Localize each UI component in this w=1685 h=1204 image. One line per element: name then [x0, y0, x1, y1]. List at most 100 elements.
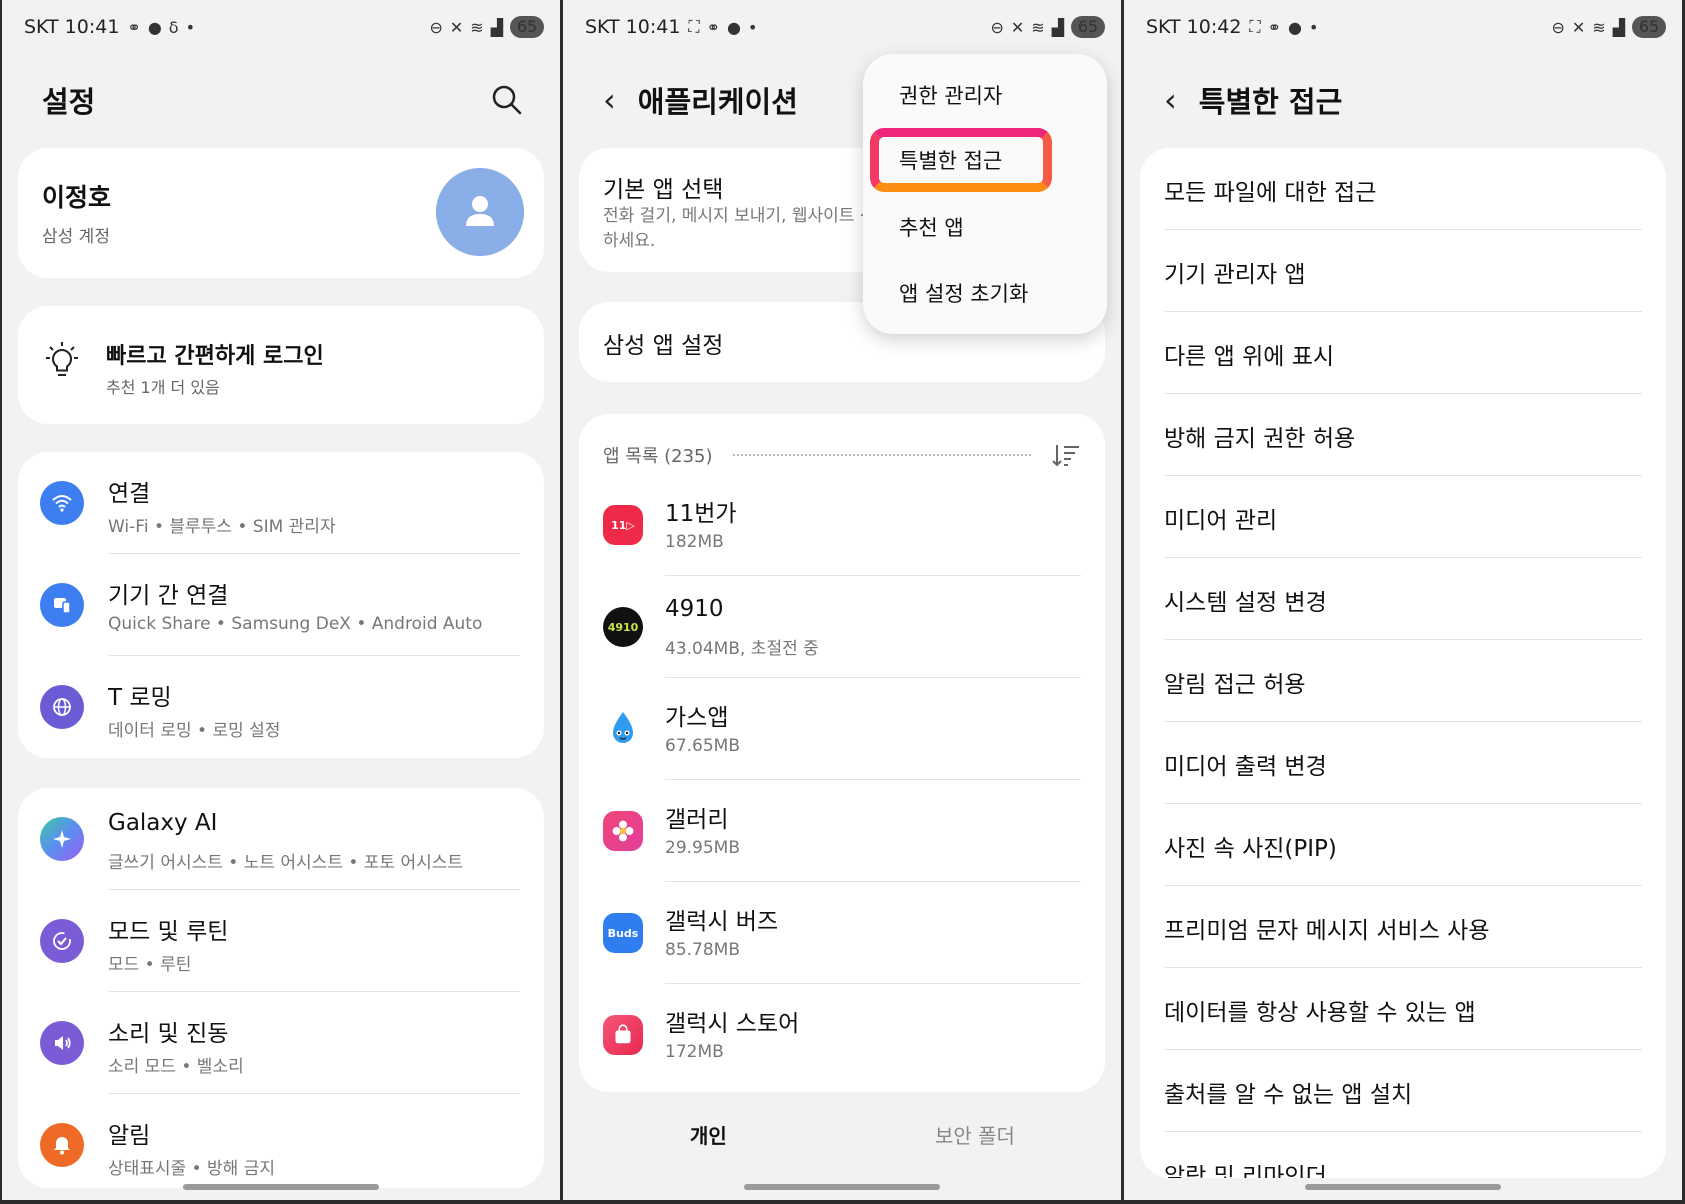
search-icon[interactable] [490, 83, 524, 117]
tab-secure-folder[interactable]: 보안 폴더 [935, 1120, 1015, 1149]
menu-item-permission-manager[interactable]: 권한 관리자 [899, 80, 1002, 110]
special-item-unknown-sources[interactable]: 출처를 알 수 없는 앱 설치 [1140, 1050, 1666, 1132]
special-item-all-files[interactable]: 모든 파일에 대한 접근 [1140, 148, 1666, 230]
app-name: 11번가 [665, 501, 737, 527]
sparkle-icon [40, 817, 84, 861]
settings-item-title: 소리 및 진동 [108, 1021, 229, 1047]
samsung-app-settings-label: 삼성 앱 설정 [603, 333, 724, 359]
settings-item-galaxy-ai[interactable]: Galaxy AI 글쓰기 어시스트 • 노트 어시스트 • 포토 어시스트 [18, 788, 544, 890]
battery-indicator: 65 [510, 16, 544, 38]
carrier: SKT [24, 16, 59, 38]
home-indicator[interactable] [183, 1184, 379, 1190]
wifi-status-icon: ≋ [1592, 17, 1606, 37]
profile-name: 이정호 [42, 183, 112, 212]
settings-item-subtitle: 모드 • 루틴 [108, 955, 192, 975]
home-indicator[interactable] [1305, 1184, 1501, 1190]
battery-indicator: 65 [1071, 16, 1105, 38]
mute-icon: ✕ [1010, 17, 1025, 37]
settings-item-device-connection[interactable]: 기기 간 연결 Quick Share • Samsung DeX • Andr… [18, 554, 544, 656]
app-row-gasapp[interactable]: 가스앱 67.65MB [579, 678, 1105, 780]
avatar [436, 168, 524, 256]
profile-account: 삼성 계정 [42, 227, 110, 247]
default-apps-title: 기본 앱 선택 [603, 177, 724, 203]
app-row-galaxy-buds[interactable]: Buds 갤럭시 버즈 85.78MB [579, 882, 1105, 984]
mute-icon: ✕ [449, 17, 464, 37]
quick-login-card[interactable]: 빠르고 간편하게 로그인 추천 1개 더 있음 [18, 306, 544, 424]
special-item-overlay[interactable]: 다른 앱 위에 표시 [1140, 312, 1666, 394]
special-item-device-admin[interactable]: 기기 관리자 앱 [1140, 230, 1666, 312]
shopping-bag-icon [603, 1015, 643, 1055]
app-list-count: 앱 목록 (235) [603, 446, 713, 467]
app-row-gallery[interactable]: 갤러리 29.95MB [579, 780, 1105, 882]
special-item-label: 모든 파일에 대한 접근 [1164, 180, 1377, 206]
settings-item-subtitle: Wi-Fi • 블루투스 • SIM 관리자 [108, 517, 336, 537]
wifi-status-icon: ≋ [470, 17, 484, 37]
menu-item-recommended-apps[interactable]: 추천 앱 [899, 212, 964, 242]
settings-item-sound[interactable]: 소리 및 진동 소리 모드 • 벨소리 [18, 992, 544, 1094]
app-name: 가스앱 [665, 705, 729, 731]
special-item-modify-system[interactable]: 시스템 설정 변경 [1140, 558, 1666, 640]
app-size: 172MB [665, 1042, 724, 1062]
screenshot-icon: ⛶ [688, 17, 700, 36]
app-list-card: 앱 목록 (235) 11▷ 11번가 182MB 4910 4910 43.0… [579, 414, 1105, 1092]
more-dot-icon: • [748, 17, 758, 37]
home-indicator[interactable] [744, 1184, 940, 1190]
settings-group-connections: 연결 Wi-Fi • 블루투스 • SIM 관리자 기기 간 연결 Quick … [18, 452, 544, 758]
special-access-list: 모든 파일에 대한 접근 기기 관리자 앱 다른 앱 위에 표시 방해 금지 권… [1140, 148, 1666, 1178]
menu-item-reset-app-preferences[interactable]: 앱 설정 초기화 [899, 278, 1028, 308]
special-item-label: 다른 앱 위에 표시 [1164, 344, 1335, 370]
settings-item-roaming[interactable]: T 로밍 데이터 로밍 • 로밍 설정 [18, 656, 544, 758]
signal-icon: ▟ [1612, 17, 1625, 37]
special-item-pip[interactable]: 사진 속 사진(PIP) [1140, 804, 1666, 886]
special-item-media-management[interactable]: 미디어 관리 [1140, 476, 1666, 558]
settings-item-title: 연결 [108, 481, 151, 507]
gas-droplet-icon [603, 709, 643, 749]
app-11st-icon: 11▷ [603, 505, 643, 545]
special-item-label: 사진 속 사진(PIP) [1164, 836, 1337, 862]
app-row-11st[interactable]: 11▷ 11번가 182MB [579, 474, 1105, 576]
settings-item-connections[interactable]: 연결 Wi-Fi • 블루투스 • SIM 관리자 [18, 452, 544, 554]
default-apps-subtitle: 전화 걸기, 메시지 보내기, 웹사이트 선택하세요. [603, 206, 892, 251]
settings-item-subtitle: 상태표시줄 • 방해 금지 [108, 1159, 275, 1179]
special-item-notification-access[interactable]: 알림 접근 허용 [1140, 640, 1666, 722]
overflow-menu: 권한 관리자 특별한 접근 추천 앱 앱 설정 초기화 [863, 54, 1107, 334]
back-arrow-icon[interactable]: ‹ [1164, 84, 1177, 116]
special-item-alarms-reminders[interactable]: 알람 및 리마인더 [1140, 1132, 1666, 1178]
special-item-label: 데이터를 항상 사용할 수 있는 앱 [1164, 1000, 1476, 1026]
app-row-4910[interactable]: 4910 4910 43.04MB, 초절전 중 [579, 576, 1105, 678]
settings-header: 설정 [42, 76, 524, 124]
back-arrow-icon[interactable]: ‹ [603, 84, 616, 116]
tab-personal[interactable]: 개인 [690, 1120, 727, 1149]
settings-item-title: 기기 간 연결 [108, 583, 229, 609]
speaker-icon [40, 1021, 84, 1065]
sort-icon[interactable] [1051, 442, 1081, 468]
special-item-label: 기기 관리자 앱 [1164, 262, 1306, 288]
special-access-header: ‹ 특별한 접근 [1164, 76, 1646, 124]
settings-item-modes-routines[interactable]: 모드 및 루틴 모드 • 루틴 [18, 890, 544, 992]
lightbulb-icon [46, 342, 78, 376]
screenshot-strip: SKT 10:41 ⚭ ● δ • ⊖ ✕ ≋ ▟ 65 설정 이정호 삼성 계정 [0, 0, 1685, 1204]
routine-icon [40, 919, 84, 963]
app-list-header: 앱 목록 (235) [603, 440, 1081, 470]
app-size: 182MB [665, 532, 724, 552]
special-item-label: 알림 접근 허용 [1164, 672, 1306, 698]
battery-indicator: 65 [1632, 16, 1666, 38]
settings-item-notifications[interactable]: 알림 상태표시줄 • 방해 금지 [18, 1094, 544, 1188]
signal-icon: ▟ [1051, 17, 1064, 37]
special-item-label: 출처를 알 수 없는 앱 설치 [1164, 1082, 1413, 1108]
menu-item-special-access[interactable]: 특별한 접근 [899, 145, 1002, 175]
app-row-galaxy-store[interactable]: 갤럭시 스토어 172MB [579, 984, 1105, 1086]
notification-icon: ⚭ [127, 17, 141, 37]
special-access-screen: SKT 10:42 ⛶ ⚭ ● • ⊖ ✕ ≋ ▟ 65 ‹ 특별한 접근 모든 파일… [1124, 0, 1682, 1200]
special-item-label: 시스템 설정 변경 [1164, 590, 1327, 616]
special-item-premium-sms[interactable]: 프리미엄 문자 메시지 서비스 사용 [1140, 886, 1666, 968]
profile-card[interactable]: 이정호 삼성 계정 [18, 148, 544, 278]
screenshot-icon: ⛶ [1249, 17, 1261, 36]
special-item-dnd-permission[interactable]: 방해 금지 권한 허용 [1140, 394, 1666, 476]
special-item-unrestricted-data[interactable]: 데이터를 항상 사용할 수 있는 앱 [1140, 968, 1666, 1050]
clock: 10:41 [625, 16, 681, 38]
clock: 10:41 [64, 16, 120, 38]
special-item-media-output[interactable]: 미디어 출력 변경 [1140, 722, 1666, 804]
special-item-label: 알람 및 리마인더 [1164, 1164, 1327, 1178]
clock: 10:42 [1186, 16, 1242, 38]
